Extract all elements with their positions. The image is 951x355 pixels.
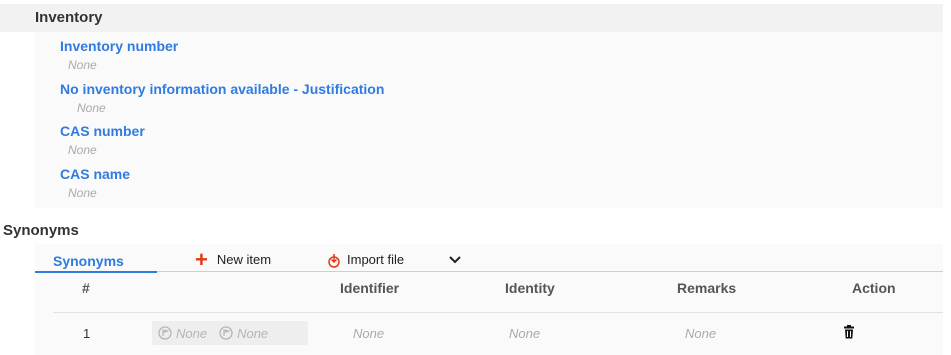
new-item-button[interactable]: + New item [195, 249, 271, 271]
synonyms-title: Synonyms [3, 222, 79, 239]
row-index: 1 [83, 326, 91, 341]
flag-circle-icon [219, 326, 233, 340]
column-header-action: Action [852, 280, 896, 296]
synonyms-panel: Synonyms + New item Import file # Identi… [35, 244, 943, 355]
tab-active-underline [35, 271, 157, 273]
plus-icon: + [195, 247, 208, 272]
synonym-chip[interactable]: None [219, 326, 268, 341]
synonym-chip[interactable]: None [158, 326, 207, 341]
no-inventory-justification-label: No inventory information available - Jus… [60, 81, 385, 97]
synonyms-section-header: Synonyms [0, 220, 943, 242]
import-file-label: Import file [347, 252, 405, 267]
chevron-down-icon [448, 255, 462, 265]
toolbar-divider [157, 271, 943, 272]
column-header-remarks: Remarks [677, 280, 737, 296]
synonym-chips: None None [152, 321, 308, 345]
inventory-number-value: None [68, 58, 97, 72]
cas-number-value: None [68, 143, 97, 157]
inventory-section-body: Inventory number None No inventory infor… [35, 32, 943, 208]
tab-synonyms[interactable]: Synonyms [53, 253, 124, 269]
trash-icon [844, 325, 854, 339]
delete-row-button[interactable] [843, 325, 855, 344]
import-file-icon [327, 253, 341, 268]
new-item-label: New item [216, 252, 272, 267]
column-header-index: # [82, 280, 90, 296]
row-remarks: None [685, 326, 717, 341]
import-file-button[interactable]: Import file [327, 249, 404, 271]
row-identifier: None [353, 326, 385, 341]
inventory-number-label: Inventory number [60, 38, 179, 54]
synonym-chip-label: None [237, 325, 269, 341]
inventory-title: Inventory [35, 9, 103, 26]
header-divider [53, 312, 943, 313]
column-header-identifier: Identifier [340, 280, 400, 296]
import-options-dropdown[interactable] [448, 249, 462, 271]
no-inventory-justification-value: None [77, 101, 106, 115]
column-header-identity: Identity [505, 280, 555, 296]
cas-number-label: CAS number [60, 123, 145, 139]
inventory-section-header: Inventory [0, 4, 943, 32]
row-identity: None [509, 326, 541, 341]
flag-circle-icon [158, 326, 172, 340]
cas-name-value: None [68, 186, 97, 200]
cas-name-label: CAS name [60, 166, 131, 182]
synonym-chip-label: None [176, 325, 208, 341]
